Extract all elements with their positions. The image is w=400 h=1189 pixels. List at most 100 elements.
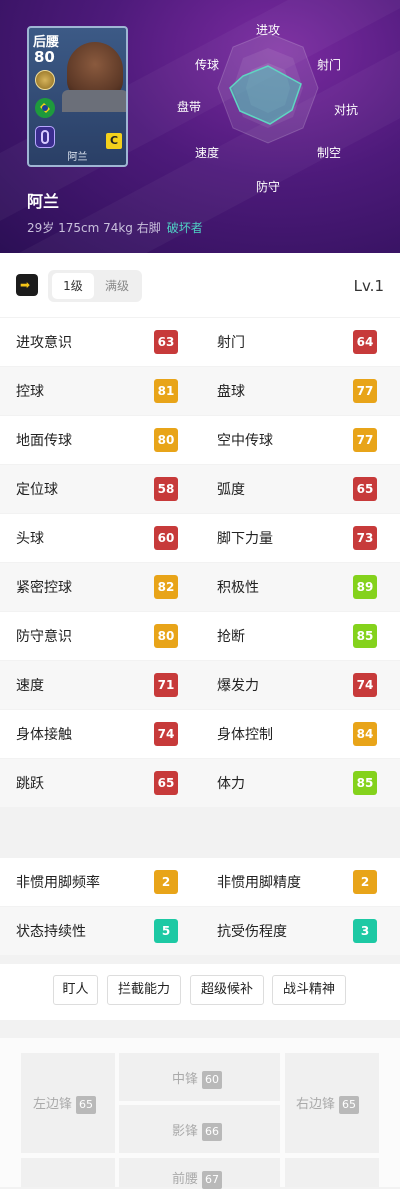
- stat-value-badge: 5: [154, 919, 178, 943]
- tab-level-1[interactable]: 1级: [52, 273, 94, 299]
- stat-label: 防守意识: [16, 629, 72, 645]
- stat-label: 进攻意识: [16, 335, 72, 351]
- play-style-link[interactable]: 破坏者: [167, 221, 203, 235]
- radar-label-physical: 对抗: [334, 103, 359, 117]
- stat-label: 盘球: [217, 384, 245, 400]
- stat-row: 控球 81 盘球 77: [0, 367, 400, 415]
- club-badge-icon: [35, 126, 55, 148]
- stat-label: 身体接触: [16, 727, 72, 743]
- stat-label: 抗受伤程度: [217, 924, 287, 940]
- stat-value-badge: 2: [353, 870, 377, 894]
- position-lwf: 左边锋 65: [33, 1093, 97, 1114]
- section-gap: [0, 808, 400, 858]
- position-rwf: 右边锋 65: [296, 1093, 360, 1114]
- stat-row: 非惯用脚频率 2 非惯用脚精度 2: [0, 858, 400, 906]
- stat-label: 弧度: [217, 482, 245, 498]
- stat-value-badge: 65: [154, 771, 178, 795]
- stat-value-badge: 89: [353, 575, 377, 599]
- position-label: 中锋: [172, 1072, 199, 1087]
- stat-value-badge: 77: [353, 379, 377, 403]
- stat-label: 紧密控球: [16, 580, 72, 596]
- stat-label: 非惯用脚精度: [217, 875, 301, 891]
- radar-label-aerial: 制空: [317, 146, 342, 160]
- stat-value-badge: 84: [353, 722, 377, 746]
- radar-label-dribbling: 盘带: [177, 100, 202, 114]
- position-block-ss: 影锋 66: [119, 1105, 280, 1153]
- stat-label: 定位球: [16, 482, 58, 498]
- position-block-rwf: 右边锋 65: [285, 1053, 379, 1153]
- stat-row: 定位球 58 弧度 65: [0, 465, 400, 513]
- stat-label: 地面传球: [16, 433, 72, 449]
- brazil-flag-icon: [35, 98, 55, 118]
- radar-chart: 进攻 射门 对抗 制空 防守 速度 盘带 传球: [150, 0, 400, 200]
- position-block-cf: 中锋 60: [119, 1053, 280, 1101]
- position-ss: 影锋 66: [172, 1120, 223, 1141]
- stat-row: 进攻意识 63 射门 64: [0, 318, 400, 366]
- stat-value-badge: 71: [154, 673, 178, 697]
- radar-label-defending: 防守: [256, 180, 281, 194]
- medal-icon: [35, 70, 55, 90]
- expand-button[interactable]: ➡: [16, 274, 38, 296]
- stat-value-badge: 82: [154, 575, 178, 599]
- stat-value-badge: 73: [353, 526, 377, 550]
- player-card[interactable]: 后腰 80 C 阿兰: [27, 26, 128, 167]
- level-toggle[interactable]: 1级 满级: [48, 270, 142, 302]
- stat-value-badge: 74: [154, 722, 178, 746]
- stat-value-badge: 80: [154, 624, 178, 648]
- stat-value-badge: 65: [353, 477, 377, 501]
- position-rating: 65: [339, 1095, 360, 1114]
- position-block-amf: 前腰 67: [119, 1158, 280, 1189]
- stat-row: 身体接触 74 身体控制 84: [0, 710, 400, 758]
- stat-value-badge: 74: [353, 673, 377, 697]
- player-shirt: [62, 90, 126, 112]
- stat-value-badge: 77: [353, 428, 377, 452]
- position-rating: 60: [202, 1070, 223, 1089]
- skill-tag[interactable]: 盯人: [53, 975, 98, 1005]
- stat-label: 非惯用脚频率: [16, 875, 100, 891]
- stat-label: 状态持续性: [16, 924, 86, 940]
- stat-value-badge: 2: [154, 870, 178, 894]
- position-block-rmf: [285, 1158, 379, 1187]
- radar-label-attack: 进攻: [256, 23, 281, 37]
- radar-label-shooting: 射门: [317, 58, 342, 72]
- stat-value-badge: 3: [353, 919, 377, 943]
- player-name: 阿兰: [27, 192, 60, 211]
- stat-value-badge: 58: [154, 477, 178, 501]
- card-class-badge: C: [106, 133, 122, 149]
- arrow-right-icon: ➡: [20, 278, 31, 292]
- stat-row: 状态持续性 5 抗受伤程度 3: [0, 907, 400, 955]
- player-info: 29岁 175cm 74kg 右脚 破坏者: [27, 219, 203, 236]
- position-block-lwf: 左边锋 65: [21, 1053, 115, 1153]
- stat-row: 速度 71 爆发力 74: [0, 661, 400, 709]
- stat-value-badge: 85: [353, 771, 377, 795]
- stat-label: 脚下力量: [217, 531, 273, 547]
- stat-row: 地面传球 80 空中传球 77: [0, 416, 400, 464]
- skill-tag[interactable]: 拦截能力: [107, 975, 181, 1005]
- stat-value-badge: 63: [154, 330, 178, 354]
- position-label: 左边锋: [33, 1097, 73, 1112]
- position-label: 右边锋: [296, 1097, 336, 1112]
- skill-tag[interactable]: 战斗精神: [272, 975, 346, 1005]
- stat-label: 射门: [217, 335, 245, 351]
- stat-label: 体力: [217, 776, 245, 792]
- position-rating: 65: [76, 1095, 97, 1114]
- player-bio: 29岁 175cm 74kg 右脚: [27, 221, 161, 235]
- skill-tag[interactable]: 超级候补: [190, 975, 264, 1005]
- stat-label: 身体控制: [217, 727, 273, 743]
- position-block-lmf: [21, 1158, 115, 1187]
- radar-label-passing: 传球: [195, 58, 220, 72]
- stat-label: 头球: [16, 531, 44, 547]
- stat-value-badge: 81: [154, 379, 178, 403]
- radar-label-speed: 速度: [195, 146, 220, 160]
- stat-label: 控球: [16, 384, 44, 400]
- stat-value-badge: 64: [353, 330, 377, 354]
- stat-value-badge: 85: [353, 624, 377, 648]
- stat-row: 头球 60 脚下力量 73: [0, 514, 400, 562]
- position-cf: 中锋 60: [172, 1068, 223, 1089]
- tab-level-max[interactable]: 满级: [96, 273, 138, 299]
- card-rating: 80: [34, 48, 55, 66]
- position-label: 影锋: [172, 1124, 199, 1139]
- position-label: 前腰: [172, 1172, 199, 1187]
- stat-row: 防守意识 80 抢断 85: [0, 612, 400, 660]
- stat-row: 紧密控球 82 积极性 89: [0, 563, 400, 611]
